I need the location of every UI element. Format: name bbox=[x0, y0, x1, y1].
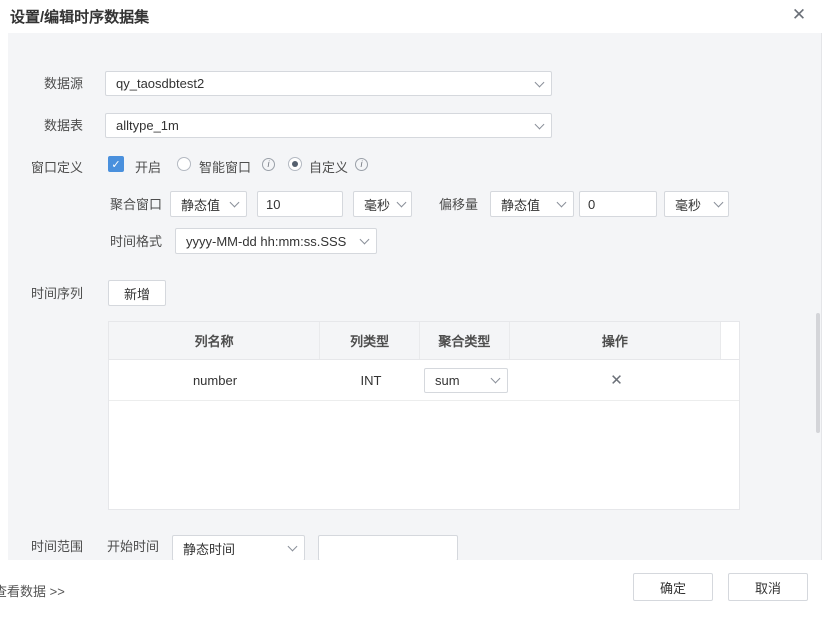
col-header-type: 列类型 bbox=[320, 322, 420, 359]
agg-type-value: sum bbox=[435, 373, 460, 388]
start-time-mode-value: 静态时间 bbox=[183, 539, 235, 558]
smart-window-radio[interactable] bbox=[177, 157, 191, 171]
col-header-action: 操作 bbox=[510, 322, 720, 359]
dialog-edit-timeseries-dataset: 设置/编辑时序数据集 ✕ 数据源 qy_taosdbtest2 数据表 allt… bbox=[0, 0, 828, 637]
datasource-value: qy_taosdbtest2 bbox=[116, 76, 204, 91]
col-header-agg: 聚合类型 bbox=[420, 322, 510, 359]
chevron-down-icon bbox=[557, 198, 567, 208]
close-icon[interactable]: ✕ bbox=[786, 2, 812, 28]
time-series-label: 时间序列 bbox=[8, 285, 83, 303]
offset-mode-select[interactable]: 静态值 bbox=[490, 191, 574, 217]
time-format-select[interactable]: yyyy-MM-dd hh:mm:ss.SSS bbox=[175, 228, 377, 254]
agg-window-value-input[interactable] bbox=[257, 191, 343, 217]
col-header-name: 列名称 bbox=[109, 322, 320, 359]
enable-label: 开启 bbox=[135, 159, 161, 177]
check-icon: ✓ bbox=[111, 158, 120, 171]
info-icon[interactable]: i bbox=[262, 158, 275, 171]
agg-type-select[interactable]: sum bbox=[424, 368, 508, 393]
table-scroll-gutter bbox=[720, 322, 739, 359]
offset-unit-value: 毫秒 bbox=[675, 195, 701, 214]
time-format-label: 时间格式 bbox=[110, 233, 162, 251]
agg-window-label: 聚合窗口 bbox=[110, 196, 162, 214]
offset-label: 偏移量 bbox=[439, 196, 478, 214]
chevron-down-icon bbox=[360, 235, 370, 245]
series-table: 列名称 列类型 聚合类型 操作 number INT sum ✕ bbox=[108, 321, 740, 510]
agg-window-mode-value: 静态值 bbox=[181, 195, 220, 214]
chevron-down-icon bbox=[535, 119, 545, 129]
agg-window-mode-select[interactable]: 静态值 bbox=[170, 191, 247, 217]
custom-window-radio[interactable] bbox=[288, 157, 302, 171]
table-row: number INT sum ✕ bbox=[109, 360, 739, 401]
scrollbar-thumb[interactable] bbox=[816, 313, 820, 433]
cell-column-name: number bbox=[109, 360, 321, 400]
window-definition-label: 窗口定义 bbox=[8, 159, 83, 177]
start-time-input[interactable] bbox=[318, 535, 458, 560]
enable-checkbox[interactable]: ✓ bbox=[108, 156, 124, 172]
cancel-button[interactable]: 取消 bbox=[728, 573, 808, 601]
dialog-body: 数据源 qy_taosdbtest2 数据表 alltype_1m 窗口定义 ✓… bbox=[8, 33, 822, 560]
agg-window-unit-select[interactable]: 毫秒 bbox=[353, 191, 412, 217]
time-format-value: yyyy-MM-dd hh:mm:ss.SSS bbox=[186, 234, 346, 249]
chevron-down-icon bbox=[397, 198, 407, 208]
delete-row-icon[interactable]: ✕ bbox=[610, 371, 623, 389]
cell-column-type: INT bbox=[321, 360, 421, 400]
start-time-mode-select[interactable]: 静态时间 bbox=[172, 535, 305, 560]
datatable-label: 数据表 bbox=[8, 117, 83, 135]
datasource-label: 数据源 bbox=[8, 75, 83, 93]
custom-window-label: 自定义 bbox=[309, 159, 348, 177]
datatable-select[interactable]: alltype_1m bbox=[105, 113, 552, 138]
offset-mode-value: 静态值 bbox=[501, 195, 540, 214]
ok-button[interactable]: 确定 bbox=[633, 573, 713, 601]
view-data-link[interactable]: 查看数据 >> bbox=[0, 581, 65, 600]
series-table-header: 列名称 列类型 聚合类型 操作 bbox=[109, 322, 739, 360]
chevron-down-icon bbox=[714, 198, 724, 208]
start-time-label: 开始时间 bbox=[107, 538, 159, 556]
chevron-down-icon bbox=[535, 77, 545, 87]
datasource-select[interactable]: qy_taosdbtest2 bbox=[105, 71, 552, 96]
chevron-down-icon bbox=[491, 374, 501, 384]
chevron-down-icon bbox=[230, 198, 240, 208]
chevron-down-icon bbox=[288, 542, 298, 552]
datatable-value: alltype_1m bbox=[116, 118, 179, 133]
add-series-button[interactable]: 新增 bbox=[108, 280, 166, 306]
smart-window-label: 智能窗口 bbox=[199, 159, 251, 177]
dialog-title: 设置/编辑时序数据集 bbox=[10, 6, 149, 27]
offset-unit-select[interactable]: 毫秒 bbox=[664, 191, 729, 217]
info-icon[interactable]: i bbox=[355, 158, 368, 171]
time-range-label: 时间范围 bbox=[8, 538, 83, 556]
offset-value-input[interactable] bbox=[579, 191, 657, 217]
agg-window-unit-value: 毫秒 bbox=[364, 195, 390, 214]
